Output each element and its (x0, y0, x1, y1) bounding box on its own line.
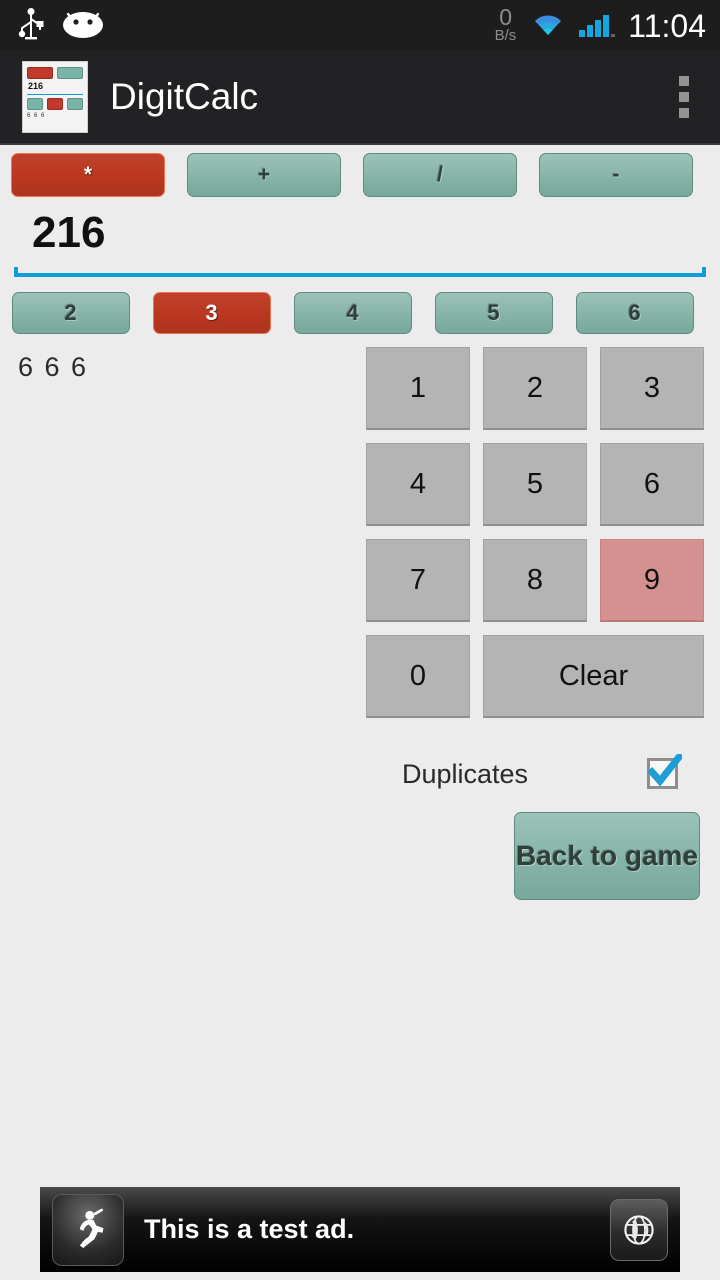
digit-count-button-5[interactable]: 5 (434, 292, 553, 334)
keypad-row-2: 4 5 6 (366, 443, 710, 526)
signal-icon (578, 10, 616, 45)
digit-slot-0: 2 (0, 292, 141, 334)
back-button-container: Back to game (366, 812, 710, 900)
ad-banner[interactable]: This is a test ad. (40, 1187, 680, 1272)
app-icon-chip-teal (57, 66, 83, 79)
keypad-key-3[interactable]: 3 (600, 347, 704, 430)
runner-icon (52, 1193, 124, 1266)
operator-button-multiply[interactable]: * (11, 153, 165, 197)
keypad-key-0[interactable]: 0 (366, 635, 470, 718)
keypad-key-4[interactable]: 4 (366, 443, 470, 526)
app-icon-digit-row (27, 98, 83, 110)
display-value-text: 216 (32, 208, 106, 257)
operator-button-minus[interactable]: - (539, 153, 693, 197)
digit-count-button-6[interactable]: 6 (575, 292, 694, 334)
checkmark-icon (647, 753, 682, 786)
app-screen: 0 B/s 11:04 216 6 6 6 DigitCalc * + / - … (0, 0, 720, 1280)
app-title: DigitCalc (110, 75, 259, 117)
keypad-clear-button[interactable]: Clear (483, 635, 704, 718)
operator-button-plus[interactable]: + (187, 153, 341, 197)
network-speed-unit: B/s (494, 26, 517, 44)
wifi-icon (530, 10, 566, 45)
operator-slot-1: + (176, 153, 352, 197)
display-underline (14, 267, 706, 277)
app-icon-chip-teal-3 (67, 98, 83, 110)
keypad-key-7[interactable]: 7 (366, 539, 470, 622)
digit-slot-1: 3 (141, 292, 282, 334)
operator-slot-0: * (0, 153, 176, 197)
keypad-key-1[interactable]: 1 (366, 347, 470, 430)
operator-button-divide[interactable]: / (363, 153, 517, 197)
status-bar-left-icons (18, 8, 106, 42)
android-head-icon (60, 10, 106, 40)
keypad-key-2[interactable]: 2 (483, 347, 587, 430)
keypad-key-6[interactable]: 6 (600, 443, 704, 526)
app-icon-op-row (27, 66, 83, 79)
keypad-key-9[interactable]: 9 (600, 539, 704, 622)
operator-slot-3: - (528, 153, 704, 197)
digit-preview-text: 6 6 6 (18, 352, 89, 382)
duplicates-label: Duplicates (402, 758, 529, 789)
digit-slot-4: 6 (564, 292, 705, 334)
keypad-row-3: 7 8 9 (366, 539, 710, 622)
app-icon-chip-teal-2 (27, 98, 43, 110)
app-icon-chip-red (27, 66, 53, 79)
app-icon-chip-red-2 (47, 98, 63, 110)
app-icon-footer: 6 6 6 (27, 113, 46, 119)
keypad-key-8[interactable]: 8 (483, 539, 587, 622)
digit-count-button-2[interactable]: 2 (11, 292, 130, 334)
duplicates-checkbox[interactable] (645, 753, 682, 793)
digit-count-row: 2 3 4 5 6 (0, 292, 720, 334)
globe-icon[interactable] (610, 1198, 668, 1261)
status-bar-right-icons: 0 B/s 11:04 (494, 3, 706, 45)
overflow-dot-1 (679, 75, 689, 86)
keypad-key-5[interactable]: 5 (483, 443, 587, 526)
overflow-dot-2 (679, 91, 689, 102)
overflow-menu-icon[interactable] (660, 61, 708, 133)
action-bar: 216 6 6 6 DigitCalc (0, 50, 720, 145)
status-bar: 0 B/s 11:04 (0, 0, 720, 50)
network-speed-indicator: 0 B/s (494, 3, 517, 45)
status-bar-clock: 11:04 (628, 7, 706, 44)
network-speed-value: 0 (499, 3, 512, 30)
usb-icon (18, 8, 44, 42)
digit-slot-3: 5 (423, 292, 564, 334)
numeric-keypad: 1 2 3 4 5 6 7 8 9 0 Clear (366, 347, 710, 731)
operator-slot-2: / (352, 153, 528, 197)
keypad-row-1: 1 2 3 (366, 347, 710, 430)
operator-button-row: * + / - (0, 153, 720, 197)
app-launcher-icon[interactable]: 216 6 6 6 (22, 60, 88, 133)
keypad-row-4: 0 Clear (366, 635, 710, 718)
digit-count-button-3[interactable]: 3 (152, 292, 271, 334)
digit-slot-2: 4 (282, 292, 423, 334)
value-display[interactable]: 216 (14, 211, 706, 277)
app-icon-rule (27, 93, 83, 95)
back-to-game-button[interactable]: Back to game (514, 812, 700, 900)
ad-text: This is a test ad. (144, 1214, 355, 1244)
duplicates-option-row: Duplicates (366, 752, 710, 796)
digit-count-button-4[interactable]: 4 (293, 292, 412, 334)
main-content: * + / - 216 2 3 4 5 6 6 6 6 1 2 3 4 5 6 … (0, 147, 720, 1157)
app-icon-value: 216 (28, 80, 44, 91)
overflow-dot-3 (679, 107, 689, 118)
